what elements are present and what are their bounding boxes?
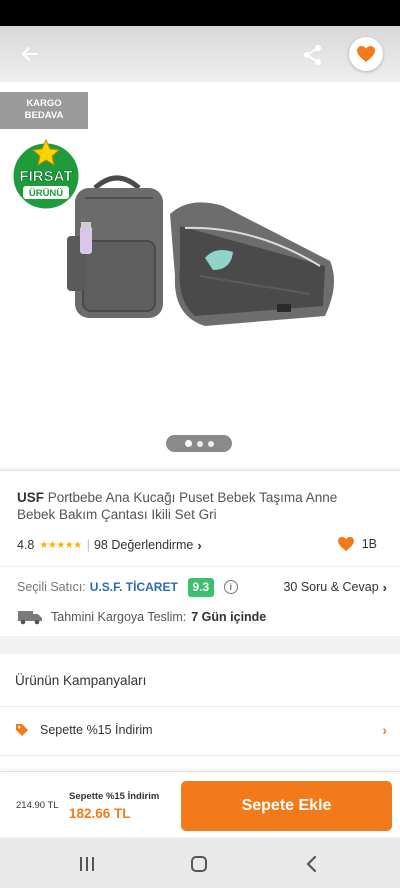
rating-row: 4.8 ★★★★★ | 98 Değerlendirme › 1B	[17, 536, 383, 554]
divider	[0, 566, 400, 567]
qa-link[interactable]: 30 Soru & Cevap ›	[283, 580, 387, 595]
share-button[interactable]	[296, 38, 330, 72]
divider	[0, 755, 400, 756]
rating-stars: ★★★★★	[39, 539, 82, 551]
home-button[interactable]	[186, 851, 212, 877]
status-bar	[0, 0, 400, 26]
top-bar	[0, 26, 400, 82]
add-to-cart-button[interactable]: Sepete Ekle	[181, 781, 392, 831]
campaign-item[interactable]: Sepette %15 İndirim ›	[15, 715, 387, 745]
badge-line: BEDAVA	[24, 110, 64, 121]
seller-name-link[interactable]: U.S.F. TİCARET	[90, 580, 178, 594]
pager-dot	[207, 440, 214, 447]
campaign-label: Sepette %15 İndirim	[40, 723, 153, 737]
recents-button[interactable]	[74, 851, 100, 877]
free-shipping-badge: KARGO BEDAVA	[0, 92, 88, 129]
system-back-button[interactable]	[298, 851, 324, 877]
reviews-label: 98 Değerlendirme	[93, 538, 194, 552]
separator: |	[86, 538, 90, 552]
checkout-bar: 214.90 TL Sepette %15 İndirim 182.66 TL …	[0, 771, 400, 837]
favorite-count[interactable]: 1B	[337, 536, 377, 552]
seller-score-badge: 9.3	[187, 577, 214, 597]
qa-label: 30 Soru & Cevap	[283, 580, 379, 594]
pager-dot	[196, 440, 203, 447]
delivery-value: 7 Gün içinde	[191, 610, 267, 624]
product-name: Portbebe Ana Kucağı Puset Bebek Taşıma A…	[17, 490, 338, 522]
product-image-area[interactable]: KARGO BEDAVA FIRSAT ÜRÜNÜ	[0, 26, 400, 468]
campaigns-title: Ürünün Kampanyaları	[15, 673, 147, 688]
back-chevron-icon	[306, 855, 317, 873]
recents-icon	[80, 857, 94, 871]
pager-dot-active	[184, 440, 192, 447]
favorite-button[interactable]	[349, 37, 383, 71]
share-icon	[304, 45, 321, 65]
chevron-right-icon: ›	[382, 722, 387, 738]
discounted-price: 182.66 TL	[69, 806, 131, 821]
image-pager[interactable]	[166, 435, 232, 452]
favorite-count-value: 1B	[361, 537, 377, 551]
promo-label: Sepette %15 İndirim	[69, 791, 160, 802]
product-info-card: USF Portbebe Ana Kucağı Puset Bebek Taşı…	[0, 470, 400, 636]
old-price: 214.90 TL	[16, 800, 59, 811]
arrow-left-icon	[22, 47, 38, 61]
product-image	[67, 175, 334, 326]
badge-line: KARGO	[26, 98, 62, 109]
seller-label: Seçili Satıcı:	[17, 580, 86, 594]
info-icon[interactable]: i	[223, 580, 238, 594]
chevron-right-icon: ›	[382, 579, 387, 595]
divider	[0, 706, 400, 707]
heart-icon	[357, 46, 375, 62]
delivery-label: Tahmini Kargoya Teslim:	[51, 610, 187, 624]
reviews-link[interactable]: 98 Değerlendirme ›	[94, 538, 202, 553]
rating-value: 4.8	[17, 538, 35, 552]
chevron-right-icon: ›	[197, 537, 202, 553]
truck-icon	[18, 611, 42, 625]
campaigns-card: Ürünün Kampanyaları Sepette %15 İndirim …	[0, 654, 400, 780]
system-nav-bar	[0, 838, 400, 888]
home-icon	[191, 856, 207, 872]
seller-row: Seçili Satıcı: U.S.F. TİCARET 9.3 i 30 S…	[17, 577, 387, 597]
delivery-row: Tahmini Kargoya Teslim: 7 Gün içinde	[17, 608, 387, 626]
product-title: USF Portbebe Ana Kucağı Puset Bebek Taşı…	[17, 489, 377, 523]
back-button[interactable]	[14, 38, 46, 70]
tag-icon	[16, 724, 28, 736]
heart-icon	[337, 536, 354, 552]
product-brand[interactable]: USF	[17, 490, 44, 505]
